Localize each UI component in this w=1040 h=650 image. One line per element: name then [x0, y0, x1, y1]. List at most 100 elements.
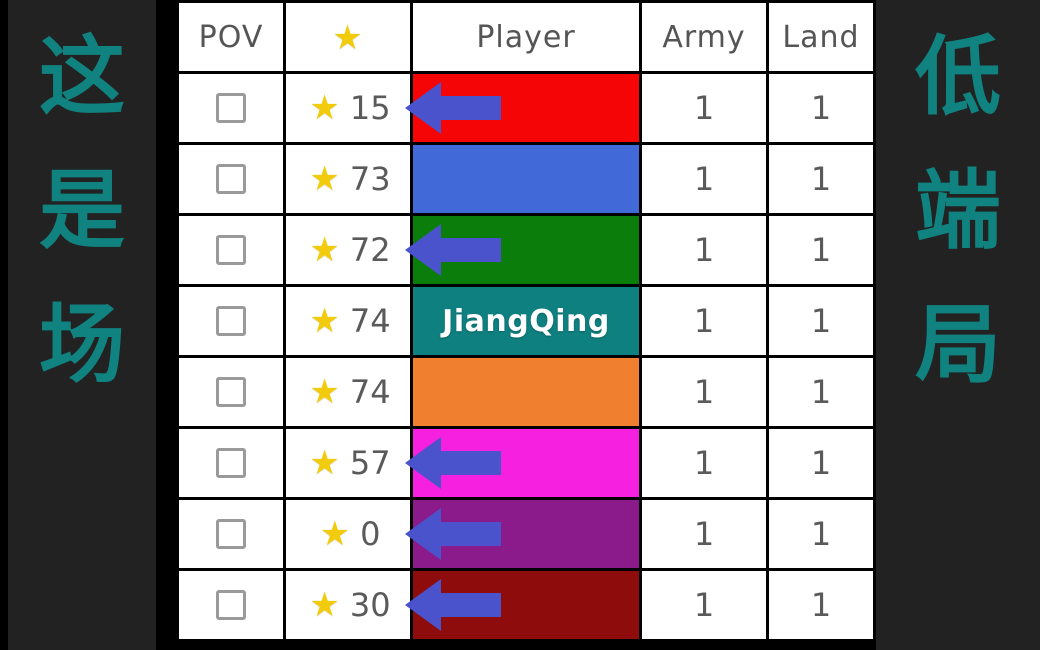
pov-cell[interactable]: [176, 284, 286, 358]
pov-checkbox[interactable]: [216, 519, 246, 549]
star-count: 73: [349, 160, 391, 198]
table-row[interactable]: ★ 74 1 1: [176, 355, 876, 429]
land-cell: 1: [766, 71, 876, 145]
player-color-swatch: [413, 358, 639, 426]
mid-black-gutter: [156, 0, 176, 650]
pov-checkbox[interactable]: [216, 164, 246, 194]
land-cell: 1: [766, 142, 876, 216]
table-row[interactable]: ★ 15 1 1: [176, 71, 876, 145]
star-count: 74: [349, 373, 391, 411]
player-color-swatch: [413, 216, 639, 284]
table-row[interactable]: ★ 73 1 1: [176, 142, 876, 216]
right-caption-char-3: 局: [915, 295, 1001, 395]
pov-checkbox[interactable]: [216, 306, 246, 336]
column-header-army[interactable]: Army: [639, 0, 769, 74]
star-icon: ★: [309, 586, 340, 624]
land-cell: 1: [766, 284, 876, 358]
pov-checkbox[interactable]: [216, 448, 246, 478]
player-color-swatch: [413, 145, 639, 213]
scoreboard-header-row: POV ★ Player Army Land: [176, 0, 876, 74]
player-cell[interactable]: JiangQing: [410, 284, 642, 358]
land-cell: 1: [766, 568, 876, 642]
column-header-pov[interactable]: POV: [176, 0, 286, 74]
star-count: 74: [349, 302, 391, 340]
right-caption-char-2: 端: [915, 161, 1001, 261]
pov-cell[interactable]: [176, 497, 286, 571]
star-count: 72: [349, 231, 391, 269]
stars-cell: ★ 74: [283, 284, 413, 358]
column-header-stars[interactable]: ★: [283, 0, 413, 74]
player-color-swatch: [413, 500, 639, 568]
table-row[interactable]: ★ 30 1 1: [176, 568, 876, 642]
stars-cell: ★ 74: [283, 355, 413, 429]
player-cell[interactable]: [405, 71, 642, 145]
left-caption-char-3: 场: [39, 295, 125, 395]
star-count: 57: [349, 444, 391, 482]
scoreboard-table: POV ★ Player Army Land ★ 15 1 1 ★ 73 1 1 ★ 72 1 1 ★ 7…: [176, 0, 876, 642]
army-cell: 1: [639, 71, 769, 145]
land-cell: 1: [766, 213, 876, 287]
player-color-swatch: JiangQing: [413, 287, 639, 355]
table-row[interactable]: ★ 0 1 1: [176, 497, 876, 571]
land-cell: 1: [766, 355, 876, 429]
left-black-gutter: [0, 0, 8, 650]
star-icon: ★: [309, 89, 340, 127]
pov-cell[interactable]: [176, 71, 286, 145]
player-cell[interactable]: [410, 355, 642, 429]
army-cell: 1: [639, 497, 769, 571]
left-caption-char-1: 这: [39, 27, 125, 127]
column-header-land[interactable]: Land: [766, 0, 876, 74]
stars-cell: ★ 72: [283, 213, 413, 287]
pov-cell[interactable]: [176, 568, 286, 642]
pov-checkbox[interactable]: [216, 590, 246, 620]
star-icon: ★: [309, 444, 340, 482]
player-color-swatch: [413, 429, 639, 497]
stars-cell: ★ 15: [283, 71, 413, 145]
pov-checkbox[interactable]: [216, 377, 246, 407]
army-cell: 1: [639, 213, 769, 287]
table-row[interactable]: ★ 72 1 1: [176, 213, 876, 287]
player-name: JiangQing: [442, 303, 610, 339]
star-count: 15: [349, 89, 391, 127]
player-cell[interactable]: [410, 142, 642, 216]
army-cell: 1: [639, 426, 769, 500]
star-icon: ★: [309, 160, 340, 198]
land-cell: 1: [766, 426, 876, 500]
pov-cell[interactable]: [176, 213, 286, 287]
army-cell: 1: [639, 284, 769, 358]
pov-checkbox[interactable]: [216, 235, 246, 265]
player-cell[interactable]: [405, 568, 642, 642]
star-icon: ★: [309, 373, 340, 411]
table-row[interactable]: ★ 57 1 1: [176, 426, 876, 500]
star-icon: ★: [319, 515, 351, 553]
right-caption-char-1: 低: [915, 27, 1001, 127]
pov-checkbox[interactable]: [216, 93, 246, 123]
star-icon: ★: [309, 302, 340, 340]
stars-cell: ★ 0: [283, 497, 413, 571]
land-cell: 1: [766, 497, 876, 571]
right-caption-panel: 低 端 局: [876, 0, 1040, 650]
screen: 这 是 场 低 端 局 POV ★ Player Army Land ★ 15 1 1…: [0, 0, 1040, 650]
star-icon: ★: [309, 231, 340, 269]
player-cell[interactable]: [405, 426, 642, 500]
pov-cell[interactable]: [176, 355, 286, 429]
star-count: 0: [360, 515, 381, 553]
stars-cell: ★ 57: [283, 426, 413, 500]
army-cell: 1: [639, 355, 769, 429]
player-color-swatch: [413, 571, 639, 639]
army-cell: 1: [639, 142, 769, 216]
column-header-player[interactable]: Player: [410, 0, 642, 74]
star-icon: ★: [332, 17, 364, 58]
player-cell[interactable]: [405, 497, 642, 571]
stars-cell: ★ 73: [283, 142, 413, 216]
table-row[interactable]: ★ 74 JiangQing 1 1: [176, 284, 876, 358]
star-count: 30: [349, 586, 391, 624]
player-cell[interactable]: [405, 213, 642, 287]
left-caption-char-2: 是: [39, 161, 125, 261]
army-cell: 1: [639, 568, 769, 642]
pov-cell[interactable]: [176, 142, 286, 216]
pov-cell[interactable]: [176, 426, 286, 500]
player-color-swatch: [413, 74, 639, 142]
stars-cell: ★ 30: [283, 568, 413, 642]
left-caption-panel: 这 是 场: [8, 0, 156, 650]
